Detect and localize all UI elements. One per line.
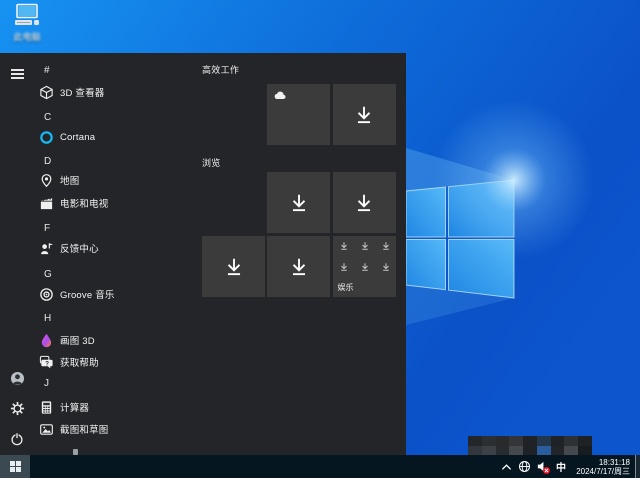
get-help-icon: ? xyxy=(38,354,54,370)
download-icon xyxy=(223,256,245,278)
mini-download-icon xyxy=(339,241,349,251)
cortana-icon xyxy=(38,129,54,145)
section-letter-f[interactable]: F xyxy=(30,218,198,238)
app-item-feedback-hub[interactable]: 反馈中心 xyxy=(30,238,198,258)
app-tile-onedrive[interactable] xyxy=(267,84,330,145)
tile-group-title-productivity[interactable]: 高效工作 xyxy=(202,63,239,76)
volume-muted-badge xyxy=(543,467,550,474)
tile-area: 高效工作 浏览 娱乐 xyxy=(202,53,398,455)
app-item-3d-viewer[interactable]: 3D 查看器 xyxy=(30,82,198,102)
app-item-groove-music[interactable]: Groove 音乐 xyxy=(30,284,198,304)
app-item-maps[interactable]: 地图 xyxy=(30,170,198,190)
power-button[interactable] xyxy=(6,430,28,450)
calculator-icon xyxy=(38,399,54,415)
app-item-movies-tv[interactable]: 电影和电视 xyxy=(30,193,198,213)
clock-date: 2024/7/17/周三 xyxy=(572,467,630,476)
download-icon xyxy=(353,104,375,126)
clock-time: 18:31:18 xyxy=(572,458,630,467)
folder-tile-entertainment[interactable]: 娱乐 xyxy=(333,236,396,297)
maps-icon xyxy=(38,172,54,188)
app-item-calculator[interactable]: 计算器 xyxy=(30,397,198,417)
show-desktop-button[interactable] xyxy=(635,455,640,478)
groove-music-icon xyxy=(38,286,54,302)
taskbar-clock[interactable]: 18:31:18 2024/7/17/周三 xyxy=(572,458,632,476)
section-letter-hash[interactable]: # xyxy=(30,60,198,80)
feedback-hub-icon xyxy=(38,240,54,256)
paint-3d-icon xyxy=(38,332,54,348)
app-label: 计算器 xyxy=(60,400,89,414)
app-label: 获取帮助 xyxy=(60,355,99,369)
app-label: 电影和电视 xyxy=(60,196,109,210)
start-button[interactable] xyxy=(0,455,30,478)
app-label: Cortana xyxy=(60,132,95,143)
network-button[interactable] xyxy=(517,458,532,476)
app-label: 反馈中心 xyxy=(60,241,99,255)
system-tray: 中 18:31:18 2024/7/17/周三 xyxy=(499,455,640,478)
app-list: # 3D 查看器 C Cortana D 地图 电影和电视 xyxy=(30,53,200,455)
start-menu: # 3D 查看器 C Cortana D 地图 电影和电视 xyxy=(0,53,406,455)
app-label: 截图和草图 xyxy=(60,422,109,436)
gear-icon xyxy=(10,401,25,416)
chevron-up-icon xyxy=(501,463,512,471)
this-pc-label: 此电脑 xyxy=(4,30,50,43)
section-letter-c[interactable]: C xyxy=(30,107,198,127)
download-icon xyxy=(288,192,310,214)
hamburger-menu-button[interactable] xyxy=(6,64,28,84)
power-icon xyxy=(10,432,24,446)
app-label: 3D 查看器 xyxy=(60,85,104,99)
app-tile-pending-download-5[interactable] xyxy=(267,236,330,297)
user-avatar-icon xyxy=(10,371,25,386)
section-letter-g[interactable]: G xyxy=(30,264,198,284)
app-tile-pending-download-4[interactable] xyxy=(202,236,265,297)
app-label: 画图 3D xyxy=(60,333,95,347)
hamburger-icon xyxy=(6,69,28,79)
settings-button[interactable] xyxy=(6,400,28,420)
mini-download-icon xyxy=(381,262,391,272)
app-item-get-help[interactable]: ? 获取帮助 xyxy=(30,352,198,372)
app-item-snip-sketch[interactable]: 截图和草图 xyxy=(30,419,198,439)
app-item-cortana[interactable]: Cortana xyxy=(30,127,198,147)
tile-group-title-explore[interactable]: 浏览 xyxy=(202,156,221,169)
download-icon xyxy=(288,256,310,278)
ime-mode-button[interactable]: 中 xyxy=(553,458,569,476)
censored-tiles-region[interactable] xyxy=(468,436,592,455)
mini-download-icon xyxy=(360,241,370,251)
download-icon xyxy=(353,192,375,214)
user-account-button[interactable] xyxy=(6,370,28,390)
app-tile-pending-download-2[interactable] xyxy=(267,172,330,233)
onedrive-cloud-icon xyxy=(273,90,287,100)
taskbar: 中 18:31:18 2024/7/17/周三 xyxy=(0,455,640,478)
snip-sketch-icon xyxy=(38,421,54,437)
app-label: Groove 音乐 xyxy=(60,287,115,301)
app-label: 地图 xyxy=(60,173,79,187)
globe-icon xyxy=(518,460,531,473)
mini-download-icon xyxy=(360,262,370,272)
section-letter-d[interactable]: D xyxy=(30,151,198,171)
app-tile-pending-download-3[interactable] xyxy=(333,172,396,233)
mini-download-icon xyxy=(339,262,349,272)
section-letter-j[interactable]: J xyxy=(30,373,198,393)
svg-text:?: ? xyxy=(45,360,49,367)
windows-logo-icon xyxy=(10,461,21,472)
hidden-icons-button[interactable] xyxy=(499,458,514,476)
mini-download-icon xyxy=(381,241,391,251)
app-item-paint-3d[interactable]: 画图 3D xyxy=(30,330,198,350)
app-tile-pending-download-1[interactable] xyxy=(333,84,396,145)
desktop-icon-this-pc[interactable]: 此电脑 xyxy=(4,3,50,43)
section-letter-h[interactable]: H xyxy=(30,308,198,328)
folder-tile-label: 娱乐 xyxy=(338,282,354,293)
volume-button[interactable] xyxy=(535,458,550,476)
movies-tv-icon xyxy=(38,195,54,211)
3d-viewer-icon xyxy=(38,84,54,100)
this-pc-icon xyxy=(12,3,42,29)
